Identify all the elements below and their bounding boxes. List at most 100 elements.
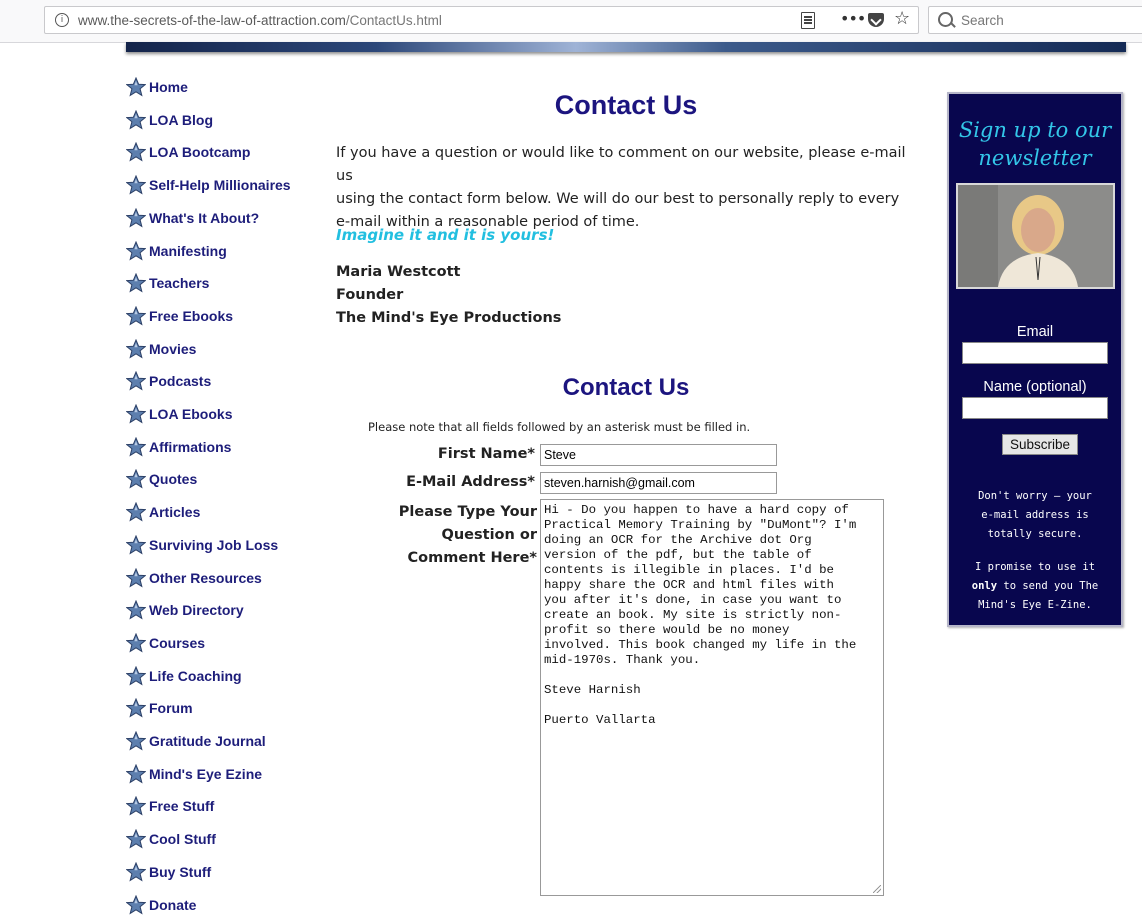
signature-company: The Mind's Eye Productions bbox=[336, 310, 562, 326]
sidebar-item[interactable]: LOA Ebooks bbox=[125, 403, 233, 425]
newsletter-name-label: Name (optional) bbox=[983, 379, 1087, 395]
sidebar-item[interactable]: Gratitude Journal bbox=[125, 730, 266, 752]
bookmark-star-icon[interactable]: ☆ bbox=[894, 8, 910, 29]
sidebar-item[interactable]: Free Stuff bbox=[125, 795, 214, 817]
star-bullet-icon bbox=[125, 632, 147, 653]
sidebar-item-label: What's It About? bbox=[149, 209, 260, 226]
url-text[interactable]: www.the-secrets-of-the-law-of-attraction… bbox=[78, 13, 442, 28]
sidebar-item-label: Mind's Eye Ezine bbox=[149, 765, 263, 782]
note-text: to send you The bbox=[997, 580, 1099, 592]
sidebar-item[interactable]: Teachers bbox=[125, 272, 210, 294]
star-bullet-icon bbox=[125, 371, 147, 391]
sidebar-item-label: Cool Stuff bbox=[149, 831, 216, 848]
sidebar-item[interactable]: Mind's Eye Ezine bbox=[125, 763, 263, 785]
promise-note: I promise to use it only to send you The… bbox=[957, 558, 1113, 615]
note-line: only to send you The bbox=[957, 577, 1113, 596]
email-label: E-Mail Address* bbox=[406, 474, 535, 490]
star-bullet-icon bbox=[125, 240, 147, 261]
sidebar-item[interactable]: Affirmations bbox=[125, 436, 231, 458]
signature-name: Maria Westcott bbox=[336, 264, 461, 280]
search-icon bbox=[938, 12, 953, 27]
note-line: I promise to use it bbox=[974, 561, 1096, 573]
motto-text: Imagine it and it is yours! bbox=[336, 226, 555, 244]
star-bullet-icon bbox=[125, 436, 147, 457]
sidebar-item[interactable]: Articles bbox=[125, 501, 201, 523]
sidebar-item-label: Gratitude Journal bbox=[149, 733, 266, 749]
founder-portrait bbox=[958, 185, 1113, 287]
sidebar-item-label: Courses bbox=[149, 634, 206, 651]
sidebar-item[interactable]: LOA Blog bbox=[125, 109, 214, 131]
sidebar-item[interactable]: Self-Help Millionaires bbox=[125, 174, 291, 196]
newsletter-email-field[interactable] bbox=[962, 342, 1108, 364]
sidebar-item[interactable]: Buy Stuff bbox=[125, 861, 211, 883]
sidebar-item[interactable]: Free Ebooks bbox=[125, 305, 234, 327]
sidebar-item[interactable]: What's It About? bbox=[125, 207, 260, 229]
founder-photo bbox=[956, 183, 1115, 289]
sidebar-item[interactable]: Web Directory bbox=[125, 599, 244, 621]
intro-text: If you have a question or would like to … bbox=[336, 142, 916, 234]
star-bullet-icon bbox=[125, 403, 147, 424]
comment-textarea[interactable]: Hi - Do you happen to have a hard copy o… bbox=[540, 499, 884, 896]
star-bullet-icon bbox=[125, 338, 147, 359]
sidebar-item-label: Web Directory bbox=[149, 602, 244, 619]
page-title: Contact Us bbox=[554, 90, 698, 120]
pocket-icon[interactable] bbox=[868, 13, 884, 27]
star-bullet-icon bbox=[125, 142, 147, 162]
note-emphasis: only bbox=[971, 580, 998, 592]
sidebar-item[interactable]: Surviving Job Loss bbox=[125, 534, 278, 556]
url-bar[interactable]: i www.the-secrets-of-the-law-of-attracti… bbox=[44, 6, 919, 34]
search-bar[interactable]: Search bbox=[928, 6, 1142, 34]
star-bullet-icon bbox=[125, 272, 147, 293]
sidebar-item-label: Home bbox=[149, 79, 188, 95]
sidebar-item[interactable]: Manifesting bbox=[125, 240, 227, 262]
comment-label-line: Question or bbox=[441, 527, 537, 543]
form-note: Please note that all fields followed by … bbox=[368, 420, 751, 434]
star-bullet-icon bbox=[125, 76, 147, 97]
more-actions-icon[interactable]: ••• bbox=[840, 9, 866, 28]
email-field[interactable]: steven.harnish@gmail.com bbox=[540, 472, 777, 494]
comment-label-line: Please Type Your bbox=[398, 504, 537, 520]
star-bullet-icon bbox=[125, 763, 147, 784]
sidebar-item[interactable]: Cool Stuff bbox=[125, 828, 216, 850]
info-icon[interactable]: i bbox=[55, 13, 69, 27]
security-note: Don't worry — your e-mail address is tot… bbox=[957, 487, 1113, 544]
sidebar-item[interactable]: Home bbox=[125, 76, 188, 98]
signature-role: Founder bbox=[336, 287, 404, 303]
sidebar-item-label: Teachers bbox=[149, 275, 210, 292]
sidebar-item[interactable]: Donate bbox=[125, 894, 197, 916]
intro-line: using the contact form below. We will do… bbox=[336, 191, 900, 207]
star-bullet-icon bbox=[125, 828, 147, 849]
browser-toolbar: i www.the-secrets-of-the-law-of-attracti… bbox=[0, 0, 1142, 43]
reader-view-icon[interactable] bbox=[801, 12, 815, 29]
subscribe-button[interactable]: Subscribe bbox=[1002, 434, 1078, 455]
sidebar-item[interactable]: LOA Bootcamp bbox=[125, 141, 250, 163]
header-banner bbox=[126, 42, 1126, 52]
sidebar-item[interactable]: Courses bbox=[125, 632, 206, 654]
note-line: e-mail address is bbox=[981, 509, 1089, 521]
comment-label: Please Type Your Question or Comment Her… bbox=[380, 501, 537, 570]
comment-label-line: Comment Here* bbox=[407, 550, 538, 566]
sidebar-item-label: Articles bbox=[149, 504, 201, 521]
intro-line: If you have a question or would like to … bbox=[336, 145, 906, 184]
sidebar-item-label: Donate bbox=[149, 896, 197, 913]
sidebar-item-label: LOA Blog bbox=[149, 111, 214, 128]
sidebar-item[interactable]: Other Resources bbox=[125, 567, 262, 589]
note-line: Mind's Eye E-Zine. bbox=[978, 599, 1092, 611]
sidebar-item-label: LOA Ebooks bbox=[149, 406, 233, 422]
resize-grip-icon[interactable] bbox=[873, 885, 881, 893]
sidebar-item-label: Forum bbox=[149, 700, 193, 717]
note-line: Don't worry — your bbox=[978, 490, 1092, 502]
star-bullet-icon bbox=[125, 469, 147, 489]
sidebar-item[interactable]: Life Coaching bbox=[125, 665, 242, 687]
sidebar-item[interactable]: Movies bbox=[125, 338, 196, 360]
star-bullet-icon bbox=[125, 174, 147, 195]
newsletter-email-label: Email bbox=[1016, 324, 1054, 340]
newsletter-title-line: Sign up to our bbox=[958, 118, 1112, 142]
sidebar-item-label: Free Ebooks bbox=[149, 307, 234, 324]
sidebar-item[interactable]: Forum bbox=[125, 697, 193, 719]
newsletter-name-field[interactable] bbox=[962, 397, 1108, 419]
star-bullet-icon bbox=[125, 305, 147, 326]
first-name-field[interactable]: Steve bbox=[540, 444, 777, 466]
sidebar-item[interactable]: Quotes bbox=[125, 468, 197, 490]
sidebar-item[interactable]: Podcasts bbox=[125, 370, 211, 392]
